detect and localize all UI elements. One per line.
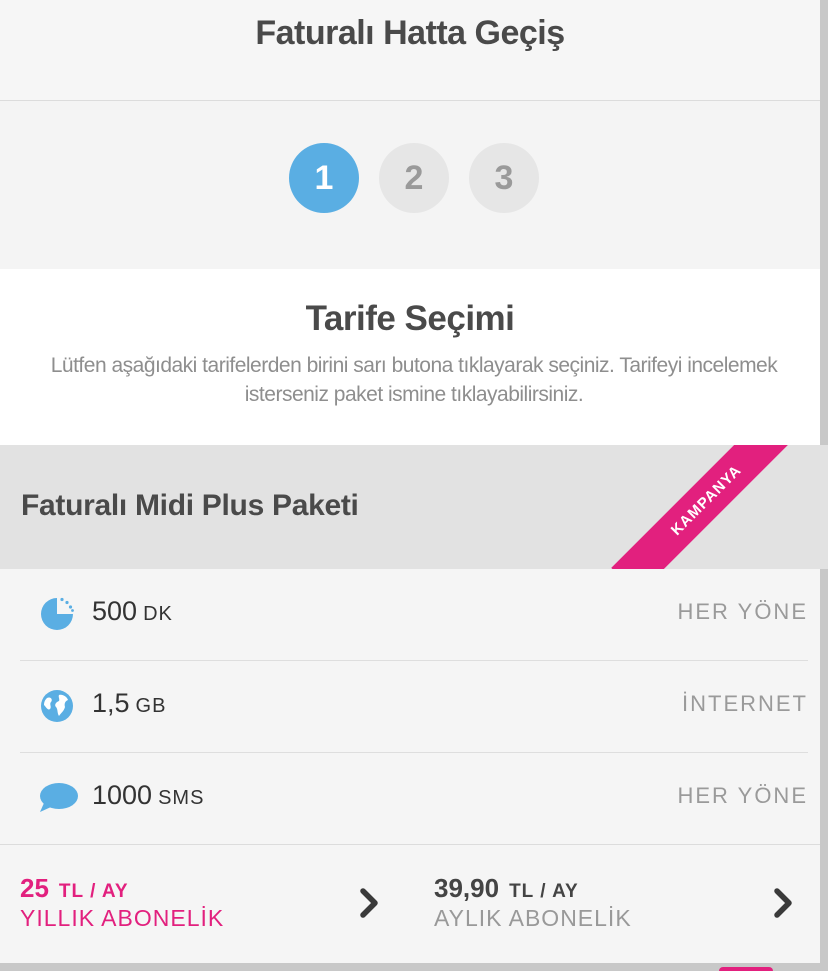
campaign-ribbon: KAMPANYA (611, 445, 801, 569)
feature-amount: 500 (92, 596, 138, 626)
package-header[interactable]: Faturalı Midi Plus Paketi KAMPANYA (0, 445, 828, 569)
yearly-subscription-option[interactable]: 25 TL / AY YILLIK ABONELİK (20, 873, 224, 943)
chevron-right-icon[interactable] (356, 885, 384, 921)
next-ribbon-edge (719, 967, 773, 971)
feature-amount: 1000 (92, 780, 153, 810)
chat-bubble-icon (38, 779, 78, 817)
tariff-intro: Tarife Seçimi Lütfen aşağıdaki tarifeler… (0, 269, 820, 445)
feature-scope: HER YÖNE (677, 599, 808, 624)
feature-unit: GB (135, 695, 167, 717)
chevron-right-icon[interactable] (770, 885, 798, 921)
globe-icon (38, 687, 76, 725)
feature-unit: DK (143, 603, 173, 625)
monthly-subscription-option[interactable]: 39,90 TL / AY AYLIK ABONELİK (434, 873, 632, 943)
section-title: Tarife Seçimi (305, 299, 515, 338)
price-period: TL / AY (509, 881, 579, 902)
next-package-edge (0, 963, 820, 971)
feature-row-data: 1,5 GB İNTERNET (20, 661, 808, 753)
section-description: Lütfen aşağıdaki tarifelerden birini sar… (50, 354, 778, 406)
step-3[interactable]: 3 (469, 143, 539, 213)
price-period: TL / AY (58, 881, 129, 902)
feature-row-minutes: 500 DK HER YÖNE (20, 569, 808, 661)
price-label: YILLIK ABONELİK (20, 905, 225, 931)
feature-amount: 1,5 (92, 688, 130, 718)
package-features: 500 DK HER YÖNE 1,5 GB İNTERNET 1000 SMS HE… (20, 569, 808, 845)
feature-scope: HER YÖNE (677, 783, 808, 808)
price-options: 25 TL / AY YILLIK ABONELİK 39,90 TL / AY A… (0, 844, 820, 964)
feature-unit: SMS (158, 787, 205, 809)
feature-scope: İNTERNET (682, 691, 808, 716)
page-header: Faturalı Hatta Geçiş (0, 0, 820, 101)
clock-icon (38, 595, 76, 633)
page-title: Faturalı Hatta Geçiş (255, 14, 565, 52)
price-label: AYLIK ABONELİK (434, 905, 632, 931)
step-1[interactable]: 1 (289, 143, 359, 213)
price-amount: 25 (20, 873, 49, 903)
step-indicator: 1 2 3 (0, 101, 820, 269)
price-amount: 39,90 (434, 873, 500, 903)
feature-row-sms: 1000 SMS HER YÖNE (20, 753, 808, 845)
package-name[interactable]: Faturalı Midi Plus Paketi (21, 489, 359, 523)
step-2[interactable]: 2 (379, 143, 449, 213)
